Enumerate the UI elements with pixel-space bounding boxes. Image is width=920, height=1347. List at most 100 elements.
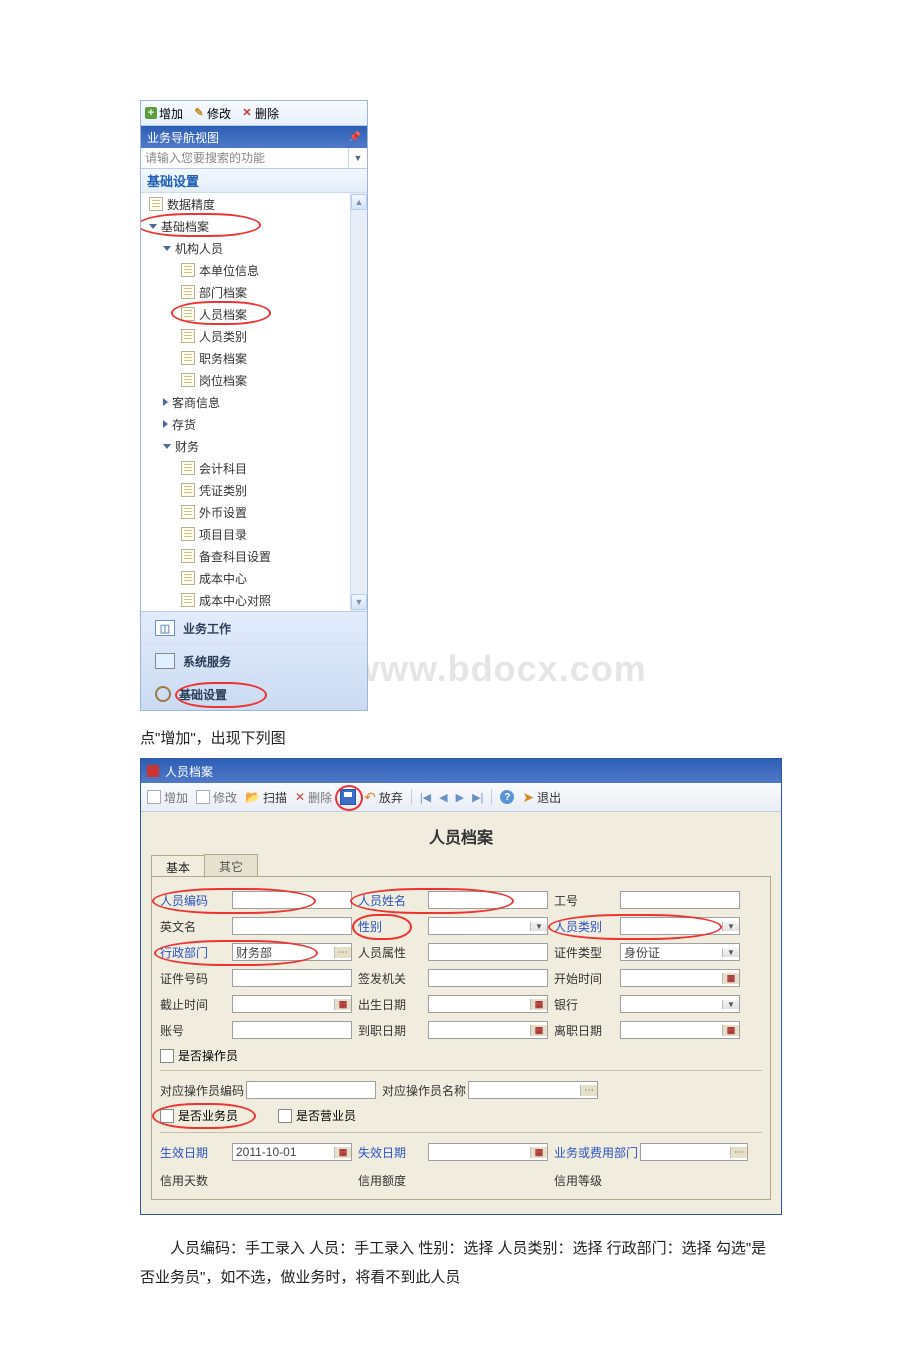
input-person-name[interactable] xyxy=(428,891,548,909)
nav-search[interactable]: 请输入您要搜索的功能 ▼ xyxy=(141,148,367,169)
tree-label: 人员档案 xyxy=(199,306,247,323)
file-icon xyxy=(181,527,195,541)
checkbox-is-clerk[interactable]: 是否营业员 xyxy=(278,1107,356,1124)
separator xyxy=(411,789,412,805)
search-dropdown-icon[interactable]: ▼ xyxy=(348,148,367,168)
tree-item-audit-subject[interactable]: 备查科目设置 xyxy=(141,545,350,567)
select-bank[interactable]: ▼ xyxy=(620,995,740,1013)
nav-last-icon[interactable]: ▶| xyxy=(472,791,483,804)
date-birth[interactable]: ▦ xyxy=(428,995,548,1013)
toolbar-add-button[interactable]: 增加 xyxy=(147,789,188,806)
input-id-number[interactable] xyxy=(232,969,352,987)
lookup-biz-dept[interactable]: ⋯ xyxy=(640,1143,748,1161)
nav-basic-setting-button[interactable]: 基础设置 www.bdocx.com xyxy=(141,678,367,710)
lookup-icon: ⋯ xyxy=(334,947,351,958)
tree-item-org-personnel[interactable]: 机构人员 xyxy=(141,237,350,259)
tree-item-finance[interactable]: 财务 xyxy=(141,435,350,457)
tree-item-cost-center-map[interactable]: 成本中心对照 xyxy=(141,589,350,611)
tree-item-inventory[interactable]: 存货 xyxy=(141,413,350,435)
input-op-code[interactable] xyxy=(246,1081,376,1099)
watermark-text: www.bdocx.com xyxy=(351,648,647,690)
select-gender[interactable]: ▼ xyxy=(428,917,548,935)
input-work-no[interactable] xyxy=(620,891,740,909)
tree-item-job-archive[interactable]: 职务档案 xyxy=(141,347,350,369)
tree-item-basic-archive[interactable]: 基础档案 xyxy=(141,215,350,237)
date-onboard[interactable]: ▦ xyxy=(428,1021,548,1039)
tree-item-data-precision[interactable]: 数据精度 xyxy=(141,193,350,215)
caret-right-icon xyxy=(163,398,168,406)
label-end-time: 截止时间 xyxy=(160,996,226,1013)
toolbar-scan-button[interactable]: 📂 扫描 xyxy=(245,789,287,806)
input-issue-org[interactable] xyxy=(428,969,548,987)
calendar-icon: ▦ xyxy=(334,999,351,1010)
effective-date-value: 2011-10-01 xyxy=(233,1145,334,1159)
input-person-code[interactable] xyxy=(232,891,352,909)
highlight-circle xyxy=(335,785,363,811)
label-onboard-date: 到职日期 xyxy=(358,1022,422,1039)
scroll-up-icon[interactable]: ▲ xyxy=(351,194,367,210)
tree-item-dept-archive[interactable]: 部门档案 xyxy=(141,281,350,303)
nav-next-icon[interactable]: ▶ xyxy=(456,791,464,804)
toolbar-delete-button[interactable]: ✕ 删除 xyxy=(241,105,279,122)
person-form-screenshot: 人员档案 增加 修改 📂 扫描 ✕ 删除 xyxy=(140,758,782,1215)
tree-label: 数据精度 xyxy=(167,196,215,213)
nav-prev-icon[interactable]: ◀ xyxy=(439,791,447,804)
tree-item-foreign-currency[interactable]: 外币设置 xyxy=(141,501,350,523)
nav-biz-work-button[interactable]: ◫ 业务工作 xyxy=(141,612,367,645)
nav-first-icon[interactable]: |◀ xyxy=(420,791,431,804)
checkbox-is-salesman[interactable]: 是否业务员 xyxy=(160,1107,238,1124)
select-id-type[interactable]: 身份证 ▼ xyxy=(620,943,740,961)
file-icon xyxy=(181,373,195,387)
tree-label: 财务 xyxy=(175,438,199,455)
scrollbar[interactable]: ▲ ▼ xyxy=(350,193,367,611)
form-titlebar: 人员档案 xyxy=(141,759,781,783)
date-start-time[interactable]: ▦ xyxy=(620,969,740,987)
calendar-icon: ▦ xyxy=(334,1147,351,1158)
checkbox-is-operator[interactable]: 是否操作员 xyxy=(160,1047,762,1064)
lookup-admin-dept[interactable]: 财务部 ⋯ xyxy=(232,943,352,961)
scroll-down-icon[interactable]: ▼ xyxy=(351,594,367,610)
date-end-time[interactable]: ▦ xyxy=(232,995,352,1013)
toolbar-modify-label: 修改 xyxy=(207,105,231,122)
lookup-op-name[interactable]: ⋯ xyxy=(468,1081,598,1099)
date-leave[interactable]: ▦ xyxy=(620,1021,740,1039)
tree-item-company-info[interactable]: 本单位信息 xyxy=(141,259,350,281)
label-effective-date: 生效日期 xyxy=(160,1144,226,1161)
toolbar-delete-label: 删除 xyxy=(255,105,279,122)
date-effective[interactable]: 2011-10-01 ▦ xyxy=(232,1143,352,1161)
checkbox-icon xyxy=(160,1049,174,1063)
tab-other[interactable]: 其它 xyxy=(204,854,258,877)
toolbar-save-button[interactable] xyxy=(340,789,356,805)
toolbar-modify-button[interactable]: 修改 xyxy=(196,789,237,806)
tree-item-person-archive[interactable]: 人员档案 xyxy=(141,303,350,325)
tree-item-person-type[interactable]: 人员类别 xyxy=(141,325,350,347)
toolbar-add-label: 增加 xyxy=(159,105,183,122)
input-english-name[interactable] xyxy=(232,917,352,935)
input-account[interactable] xyxy=(232,1021,352,1039)
toolbar-add-button[interactable]: + 增加 xyxy=(145,105,183,122)
tab-basic[interactable]: 基本 xyxy=(151,855,205,878)
tree-label: 项目目录 xyxy=(199,526,247,543)
select-person-type[interactable]: ▼ xyxy=(620,917,740,935)
date-expiry[interactable]: ▦ xyxy=(428,1143,548,1161)
tree-item-voucher-type[interactable]: 凭证类别 xyxy=(141,479,350,501)
tree-label: 职务档案 xyxy=(199,350,247,367)
toolbar-delete-button[interactable]: ✕ 删除 xyxy=(295,789,332,806)
input-person-attr[interactable] xyxy=(428,943,548,961)
toolbar-modify-button[interactable]: ✎ 修改 xyxy=(193,105,231,122)
tree-item-vendor-info[interactable]: 客商信息 xyxy=(141,391,350,413)
toolbar-discard-button[interactable]: ↶ 放弃 xyxy=(364,789,403,806)
window-title: 人员档案 xyxy=(165,763,213,780)
toolbar-exit-button[interactable]: ➤ 退出 xyxy=(522,789,561,806)
help-icon[interactable]: ? xyxy=(500,790,514,804)
x-icon: ✕ xyxy=(241,107,253,119)
nav-sys-service-button[interactable]: 系统服务 xyxy=(141,645,367,678)
pin-icon[interactable]: 📌 xyxy=(349,132,361,143)
tree-label: 岗位档案 xyxy=(199,372,247,389)
tree-item-post-archive[interactable]: 岗位档案 xyxy=(141,369,350,391)
tree-item-cost-center[interactable]: 成本中心 xyxy=(141,567,350,589)
tree-item-account-subject[interactable]: 会计科目 xyxy=(141,457,350,479)
chart-bar-icon: ◫ xyxy=(155,620,175,636)
tree-label: 部门档案 xyxy=(199,284,247,301)
tree-item-project-catalog[interactable]: 项目目录 xyxy=(141,523,350,545)
